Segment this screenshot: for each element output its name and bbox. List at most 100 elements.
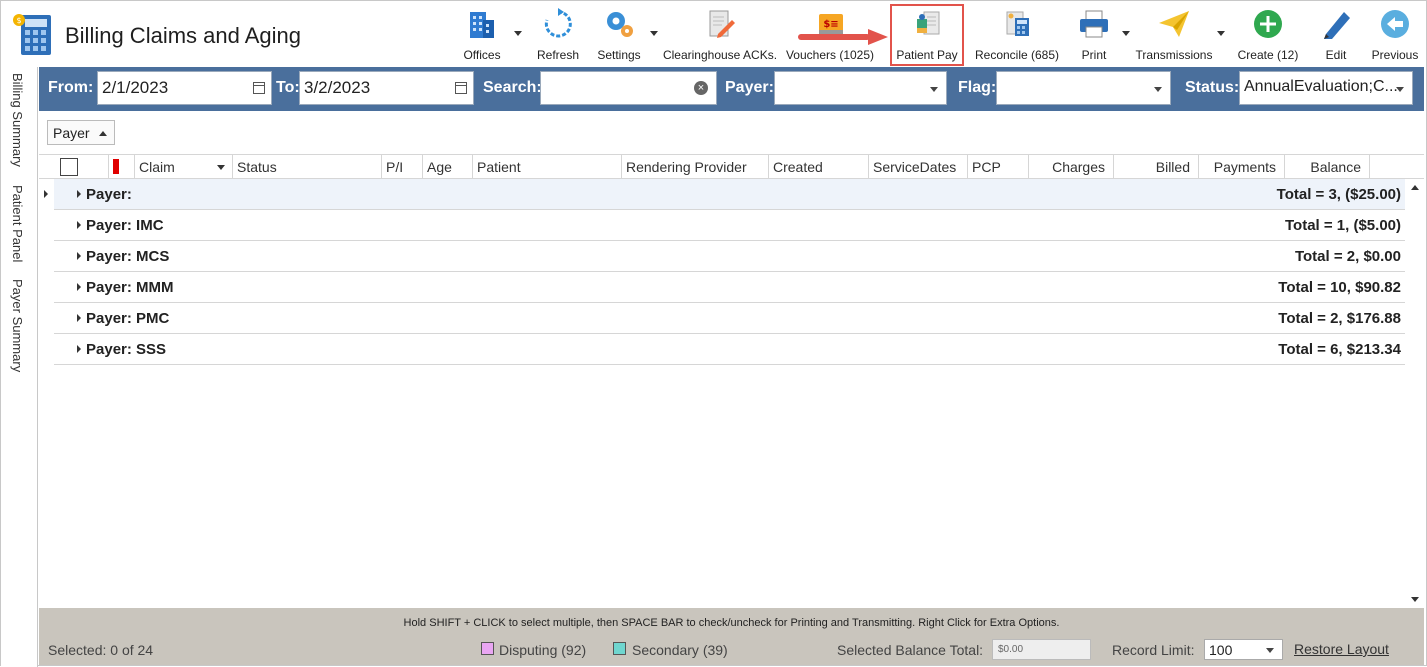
flag-select[interactable] xyxy=(996,71,1171,105)
clearinghouse-acks-label: Clearinghouse ACKs. xyxy=(662,48,778,62)
group-row[interactable]: Payer: MMM Total = 10, $90.82 xyxy=(54,272,1405,303)
patient-pay-label: Patient Pay xyxy=(896,48,958,62)
expand-icon[interactable] xyxy=(77,221,81,229)
column-patient[interactable]: Patient xyxy=(473,155,622,179)
group-row[interactable]: Payer: PMC Total = 2, $176.88 xyxy=(54,303,1405,334)
flag-column[interactable] xyxy=(109,155,135,179)
restore-layout-link[interactable]: Restore Layout xyxy=(1294,641,1389,657)
calculator-icon xyxy=(1000,7,1034,41)
transmissions-button[interactable]: Transmissions xyxy=(1136,5,1212,65)
group-row[interactable]: Payer: MCS Total = 2, $0.00 xyxy=(54,241,1405,272)
plus-circle-icon xyxy=(1251,7,1285,41)
calendar-icon[interactable] xyxy=(455,82,467,94)
column-balance[interactable]: Balance xyxy=(1285,155,1370,179)
selected-count: Selected: 0 of 24 xyxy=(48,642,154,658)
create-button[interactable]: Create (12) xyxy=(1235,5,1301,65)
scroll-down-icon[interactable] xyxy=(1411,597,1419,602)
group-row[interactable]: Payer: SSS Total = 6, $213.34 xyxy=(54,334,1405,365)
transmissions-label: Transmissions xyxy=(1135,48,1213,62)
select-column xyxy=(39,155,109,179)
disputing-swatch xyxy=(481,642,494,655)
group-total: Total = 3, ($25.00) xyxy=(1276,186,1401,203)
payer-label: Payer: xyxy=(725,79,774,96)
expand-icon[interactable] xyxy=(77,283,81,291)
reconcile-button[interactable]: Reconcile (685) xyxy=(975,5,1059,65)
settings-dropdown-icon[interactable] xyxy=(650,31,658,36)
pencil-icon xyxy=(1319,7,1353,41)
column-rendering-provider[interactable]: Rendering Provider xyxy=(622,155,769,179)
offices-button[interactable]: Offices xyxy=(459,5,505,65)
transmissions-dropdown-icon[interactable] xyxy=(1217,31,1225,36)
tab-patient-panel[interactable]: Patient Panel xyxy=(10,185,25,262)
from-date-value: 2/1/2023 xyxy=(102,78,169,97)
group-row[interactable]: Payer: IMC Total = 1, ($5.00) xyxy=(54,210,1405,241)
offices-dropdown-icon[interactable] xyxy=(514,31,522,36)
patient-pay-icon xyxy=(910,7,944,41)
column-payments[interactable]: Payments xyxy=(1199,155,1285,179)
scroll-up-icon[interactable] xyxy=(1411,185,1419,190)
select-all-checkbox[interactable] xyxy=(60,158,78,176)
refresh-button[interactable]: Refresh xyxy=(534,5,582,65)
print-label: Print xyxy=(1081,48,1107,62)
tab-billing-summary[interactable]: Billing Summary xyxy=(10,73,25,167)
toolbar: $ Billing Claims and Aging Offices Refre… xyxy=(1,1,1426,67)
refresh-label: Refresh xyxy=(536,48,580,62)
column-pcp[interactable]: PCP xyxy=(968,155,1029,179)
secondary-legend: Secondary (39) xyxy=(632,642,728,658)
expand-icon[interactable] xyxy=(77,252,81,260)
tab-payer-summary[interactable]: Payer Summary xyxy=(10,279,25,372)
expand-icon[interactable] xyxy=(77,190,81,198)
selected-balance-label: Selected Balance Total: xyxy=(837,642,984,658)
column-created[interactable]: Created xyxy=(769,155,869,179)
grid-header: Claim Status P/I Age Patient Rendering P… xyxy=(39,154,1424,179)
create-label: Create (12) xyxy=(1237,48,1299,62)
from-label: From: xyxy=(48,79,94,96)
previous-label: Previous xyxy=(1371,48,1419,62)
left-side-rail: Billing Summary Patient Panel Payer Summ… xyxy=(1,67,38,667)
document-edit-icon xyxy=(703,7,737,41)
group-by-label: Payer xyxy=(53,125,90,141)
column-claim[interactable]: Claim xyxy=(135,155,233,179)
group-name: Payer: PMC xyxy=(86,310,170,327)
column-billed[interactable]: Billed xyxy=(1114,155,1199,179)
from-date-field[interactable]: 2/1/2023 xyxy=(97,71,272,105)
group-row[interactable]: Payer: Total = 3, ($25.00) xyxy=(54,179,1405,210)
status-select[interactable]: AnnualEvaluation;C... xyxy=(1239,71,1413,105)
status-label: Status: xyxy=(1185,79,1240,96)
expand-icon[interactable] xyxy=(77,314,81,322)
grid-body: Payer: Total = 3, ($25.00) Payer: IMC To… xyxy=(39,179,1424,608)
status-value: AnnualEvaluation;C... xyxy=(1244,78,1398,95)
group-total: Total = 2, $176.88 xyxy=(1278,310,1401,327)
print-button[interactable]: Print xyxy=(1073,5,1115,65)
column-status[interactable]: Status xyxy=(233,155,382,179)
record-limit-label: Record Limit: xyxy=(1112,642,1195,658)
sort-ascending-icon[interactable] xyxy=(99,131,107,136)
flag-icon xyxy=(113,159,119,174)
group-by-chip[interactable]: Payer xyxy=(47,120,115,145)
column-charges[interactable]: Charges xyxy=(1029,155,1114,179)
column-age[interactable]: Age xyxy=(423,155,473,179)
vertical-scrollbar[interactable] xyxy=(1406,179,1424,608)
chevron-down-icon xyxy=(1396,87,1404,92)
offices-label: Offices xyxy=(463,48,501,62)
record-limit-select[interactable]: 100 xyxy=(1204,639,1283,660)
expand-icon[interactable] xyxy=(77,345,81,353)
clearinghouse-acks-button[interactable]: Clearinghouse ACKs. xyxy=(662,5,778,65)
clear-icon[interactable]: × xyxy=(694,81,708,95)
column-service-dates[interactable]: ServiceDates xyxy=(869,155,968,179)
patient-pay-button[interactable]: Patient Pay xyxy=(892,5,962,65)
chevron-down-icon xyxy=(1154,87,1162,92)
previous-button[interactable]: Previous xyxy=(1369,5,1421,65)
secondary-swatch xyxy=(613,642,626,655)
page-title: Billing Claims and Aging xyxy=(65,23,302,48)
chevron-down-icon[interactable] xyxy=(217,165,225,170)
search-input[interactable]: × xyxy=(540,71,717,105)
edit-button[interactable]: Edit xyxy=(1316,5,1356,65)
payer-select[interactable] xyxy=(774,71,947,105)
print-dropdown-icon[interactable] xyxy=(1122,31,1130,36)
to-date-field[interactable]: 3/2/2023 xyxy=(299,71,474,105)
calendar-icon[interactable] xyxy=(253,82,265,94)
settings-button[interactable]: Settings xyxy=(595,5,643,65)
column-pi[interactable]: P/I xyxy=(382,155,423,179)
current-row-indicator-icon xyxy=(44,190,48,198)
